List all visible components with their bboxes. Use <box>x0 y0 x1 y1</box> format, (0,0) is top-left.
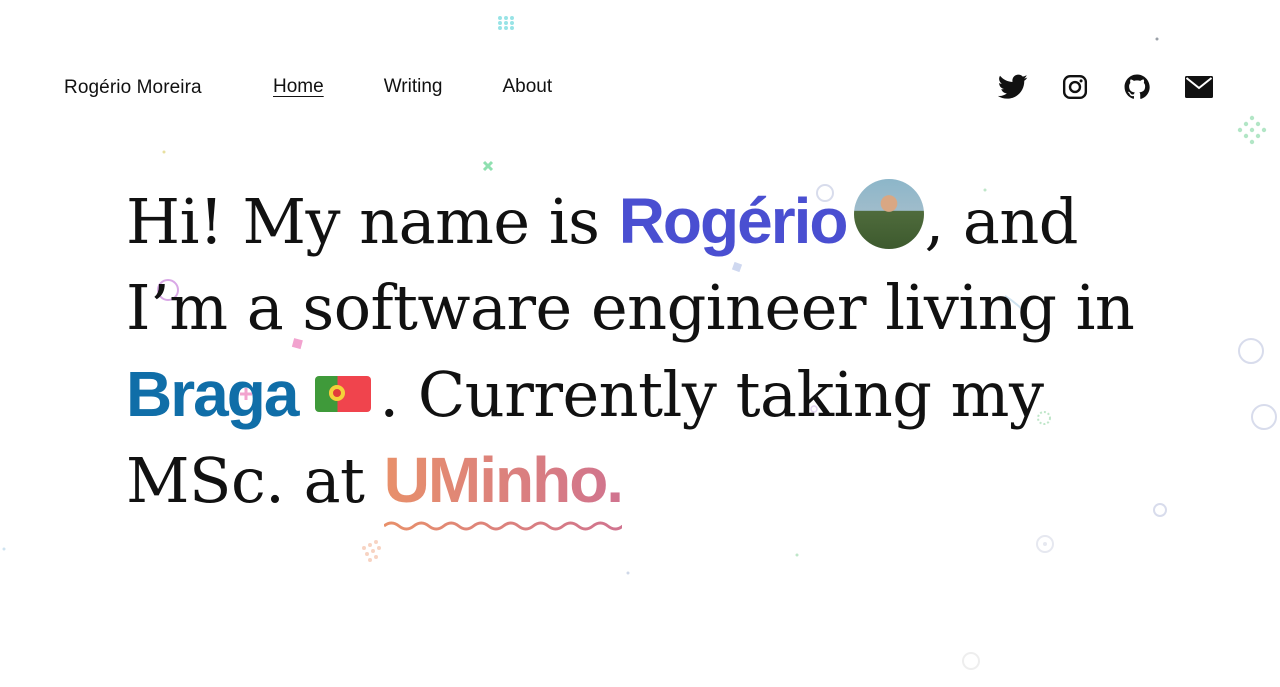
nav-about[interactable]: About <box>502 76 552 98</box>
github-icon[interactable] <box>1122 72 1152 102</box>
twitter-icon[interactable] <box>998 72 1028 102</box>
hero-heading: Hi! My name is Rogério , and I’m a softwar… <box>126 178 1226 531</box>
social-links <box>998 72 1214 102</box>
hero-school: UMinho. <box>383 444 623 516</box>
hero-text-4: . Currently taking my <box>379 358 1044 431</box>
hero-text-3: I’m a software engineer living in <box>126 271 1135 344</box>
main-nav: Home Writing About <box>273 76 612 98</box>
hero-school-link[interactable]: UMinho. <box>383 444 623 531</box>
instagram-icon[interactable] <box>1060 72 1090 102</box>
page: Rogério Moreira Home Writing About Hi! M… <box>0 0 1280 687</box>
hero-text-2: , and <box>924 185 1078 258</box>
mail-icon[interactable] <box>1184 72 1214 102</box>
portugal-flag-icon <box>315 376 372 412</box>
nav-writing[interactable]: Writing <box>384 76 443 98</box>
nav-home[interactable]: Home <box>273 76 324 98</box>
site-name-link[interactable]: Rogério Moreira <box>64 77 202 99</box>
hero-city: Braga <box>126 358 299 430</box>
hero-text-1: Hi! My name is <box>126 185 619 258</box>
hero-text-5: MSc. at <box>126 444 384 517</box>
wavy-underline <box>383 521 623 531</box>
avatar <box>854 179 925 249</box>
hero-name: Rogério <box>618 185 849 257</box>
